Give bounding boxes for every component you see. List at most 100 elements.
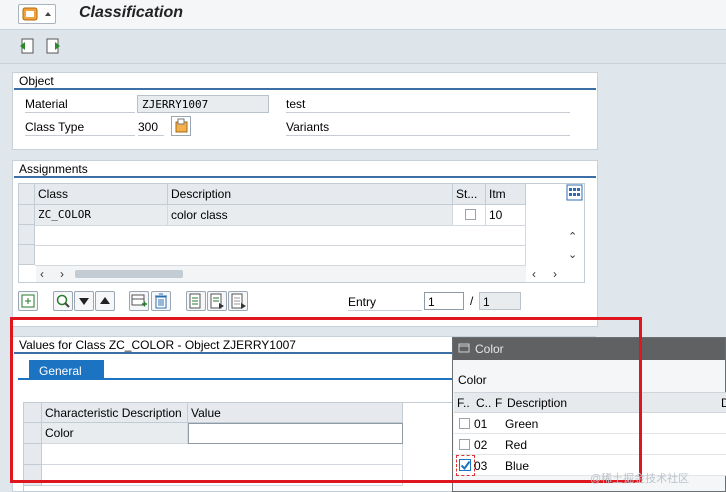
popup-col-d[interactable]: D <box>721 396 726 410</box>
select-all-cell[interactable] <box>19 184 35 205</box>
value-input[interactable] <box>188 423 403 444</box>
zoom-button[interactable] <box>53 291 73 311</box>
popup-title-bar[interactable]: Color <box>453 338 725 360</box>
row-selector[interactable] <box>24 465 42 486</box>
table-row <box>35 245 526 266</box>
popup-col-description[interactable]: Description <box>507 396 567 410</box>
popup-checkbox[interactable] <box>459 439 470 450</box>
row-selector[interactable] <box>19 225 35 245</box>
deselect-all-button[interactable] <box>228 291 248 311</box>
class-type-value: 300 <box>138 120 164 136</box>
sort-up-button[interactable] <box>95 291 115 311</box>
object-panel-title: Object <box>19 74 54 88</box>
assignments-panel-title: Assignments <box>19 162 88 176</box>
assignments-panel-line <box>14 176 596 178</box>
sort-down-button[interactable] <box>74 291 94 311</box>
menu-button[interactable] <box>18 4 56 24</box>
scroll-left-icon[interactable]: ‹ <box>40 267 44 281</box>
trash-icon <box>155 293 167 309</box>
popup-description: Green <box>505 417 539 431</box>
select-all-button[interactable] <box>186 291 206 311</box>
material-label: Material <box>25 97 135 113</box>
delete-row-button[interactable] <box>151 291 171 311</box>
col-value-header[interactable]: Value <box>188 403 403 423</box>
popup-row[interactable] <box>454 434 726 455</box>
table-config-icon <box>566 184 583 201</box>
values-panel-title: Values for Class ZC_COLOR - Object ZJERR… <box>19 338 296 352</box>
class-type-label: Class Type <box>25 120 135 136</box>
class-type-description: Variants <box>286 120 570 136</box>
tab-general[interactable]: General <box>29 360 104 380</box>
horizontal-scroll-thumb[interactable] <box>75 270 183 278</box>
forward-document-icon <box>46 38 60 54</box>
popup-window-icon <box>458 342 470 357</box>
details-icon <box>21 294 35 308</box>
popup-label: Color <box>458 373 487 387</box>
popup-description: Red <box>505 438 528 452</box>
col-status-header[interactable]: St... <box>453 184 486 205</box>
status-cell <box>453 205 486 226</box>
popup-code: 01 <box>474 417 488 431</box>
insert-row-button[interactable] <box>129 291 149 311</box>
popup-col-f[interactable]: F.. <box>457 396 470 410</box>
popup-col-f2[interactable]: F <box>495 396 502 410</box>
popup-checkbox[interactable] <box>459 418 470 429</box>
back-document-icon <box>20 38 34 54</box>
entry-current-field[interactable]: 1 <box>424 292 464 310</box>
material-description: test <box>286 97 570 113</box>
popup-code: 03 <box>474 459 488 473</box>
class-cell[interactable]: ZC_COLOR <box>35 205 168 226</box>
entry-underline <box>348 310 422 311</box>
popup-code: 02 <box>474 438 488 452</box>
table-row <box>42 444 403 465</box>
popup-checkbox-checked[interactable] <box>459 459 471 471</box>
popup-description: Blue <box>505 459 530 473</box>
col-description-header[interactable]: Description <box>168 184 453 205</box>
select-block-icon <box>210 293 224 309</box>
entry-label: Entry <box>348 295 377 309</box>
entry-total-field: 1 <box>479 292 521 310</box>
checkmark-icon <box>460 460 471 471</box>
col-itm-header[interactable]: Itm <box>486 184 526 205</box>
menu-icon <box>22 7 51 21</box>
scroll-down-icon[interactable]: ⌄ <box>568 248 577 261</box>
details-button[interactable] <box>18 291 38 311</box>
status-checkbox[interactable] <box>465 209 476 220</box>
itm-cell[interactable]: 10 <box>486 205 526 226</box>
material-field[interactable]: ZJERRY1007 <box>137 95 269 113</box>
application-toolbar <box>0 30 726 64</box>
row-selector[interactable] <box>19 205 35 225</box>
select-all-cell[interactable] <box>24 403 42 423</box>
popup-title: Color <box>475 342 504 356</box>
scroll-up-icon[interactable]: ⌃ <box>568 230 577 243</box>
description-cell: color class <box>168 205 453 226</box>
insert-row-icon <box>131 294 147 307</box>
characteristic-cell: Color <box>42 423 188 444</box>
table-row <box>35 225 526 246</box>
row-selector[interactable] <box>24 444 42 465</box>
class-type-value-help-icon <box>175 118 188 133</box>
row-selector[interactable] <box>24 423 42 444</box>
col-characteristic-header[interactable]: Characteristic Description <box>42 403 188 423</box>
popup-col-c[interactable]: C.. <box>476 396 491 410</box>
select-block-button[interactable] <box>207 291 227 311</box>
select-all-icon <box>189 293 201 309</box>
triangle-up-icon <box>100 297 110 304</box>
class-type-help-button[interactable] <box>171 116 191 136</box>
display-change-button[interactable] <box>18 37 36 58</box>
popup-row[interactable] <box>454 413 726 434</box>
object-panel-line <box>14 88 596 90</box>
scroll-left-icon-2[interactable]: ‹ <box>532 267 536 281</box>
triangle-down-icon <box>79 298 89 305</box>
row-selector[interactable] <box>19 245 35 265</box>
magnifier-icon <box>56 294 70 308</box>
page-title: Classification <box>79 4 184 21</box>
col-class-header[interactable]: Class <box>35 184 168 205</box>
scroll-right-icon-2[interactable]: › <box>553 267 557 281</box>
table-settings-button[interactable] <box>566 184 583 201</box>
table-row <box>42 465 403 486</box>
forward-button[interactable] <box>44 37 62 58</box>
deselect-all-icon <box>231 293 246 309</box>
entry-separator: / <box>470 294 474 308</box>
scroll-right-icon[interactable]: › <box>60 267 64 281</box>
